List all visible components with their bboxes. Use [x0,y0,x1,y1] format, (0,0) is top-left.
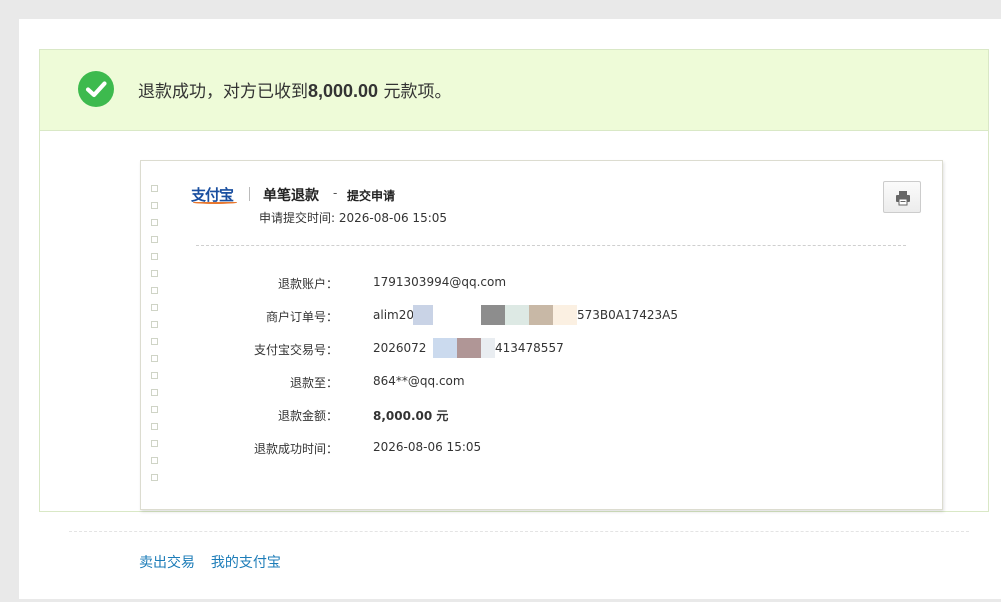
printer-icon [896,191,910,206]
refund-receipt: 支付宝 单笔退款 - 提交申请 申请提交时间: 2026-08-06 15:05 [140,160,943,510]
footer-divider [69,531,969,532]
alipay-logo-swoosh [193,201,237,204]
success-message-prefix: 退款成功，对方已收到 [138,82,308,102]
sell-trades-link[interactable]: 卖出交易 [139,555,195,571]
redaction-blur [457,338,481,358]
detail-label: 商户订单号： [265,310,338,324]
redaction-blur [433,338,457,358]
detail-row-amount: 退款金额： 8,000.00 元 [141,407,941,427]
success-banner: 退款成功，对方已收到8,000.00 元款项。 [40,50,988,131]
title-dash: - [333,185,338,200]
detail-label: 退款至： [289,376,338,390]
detail-label: 退款成功时间： [253,442,338,456]
footer-links: 卖出交易 我的支付宝 [139,552,293,572]
refund-amount: 8,000.00 [308,81,379,101]
success-message-suffix: 元款项。 [378,82,452,102]
my-alipay-link[interactable]: 我的支付宝 [211,555,281,571]
receipt-subtitle: 提交申请 [347,189,396,203]
order-no-tail: 573B0A17423A5 [577,308,678,322]
redaction-blur [529,305,553,325]
detail-row-trade-no: 支付宝交易号： 2026072 413478557 [141,338,941,361]
redaction-blur [413,305,433,325]
trade-no-head: 2026072 [373,341,427,355]
detail-value: 2026-08-06 15:05 [373,440,482,454]
detail-label: 支付宝交易号： [253,343,338,357]
detail-row-account: 退款账户： 1791303994@qq.com [141,275,941,295]
redaction-blur [505,305,529,325]
receipt-divider [196,245,906,246]
detail-row-refund-to: 退款至： 864**@qq.com [141,374,941,394]
check-circle-icon [78,71,114,107]
redaction-blur [481,338,495,358]
redaction-blur [553,305,577,325]
detail-label: 退款金额： [277,409,338,423]
detail-value: 8,000.00 元 [373,409,449,423]
submit-time: 申请提交时间: 2026-08-06 15:05 [259,209,447,226]
detail-row-order-no: 商户订单号： alim202 573B0A17423A5 [141,305,941,328]
detail-label: 退款账户： [277,277,338,291]
detail-value: 864**@qq.com [373,374,465,388]
detail-value: 1791303994@qq.com [373,275,507,289]
submit-time-value: 2026-08-06 15:05 [338,211,448,225]
redaction-blur [481,305,505,325]
success-message: 退款成功，对方已收到8,000.00 元款项。 [138,77,451,102]
title-separator [249,187,250,201]
submit-time-label: 申请提交时间: [259,211,336,225]
trade-no-tail: 413478557 [495,341,564,355]
refund-result-panel: 退款成功，对方已收到8,000.00 元款项。 支付宝 单笔退款 - 提交申请 … [39,49,989,512]
receipt-title: 单笔退款 [263,188,319,204]
page: 退款成功，对方已收到8,000.00 元款项。 支付宝 单笔退款 - 提交申请 … [19,19,1001,599]
print-button[interactable] [883,181,921,213]
detail-row-success-time: 退款成功时间： 2026-08-06 15:05 [141,440,941,460]
detail-value: 2026072 [373,341,426,355]
